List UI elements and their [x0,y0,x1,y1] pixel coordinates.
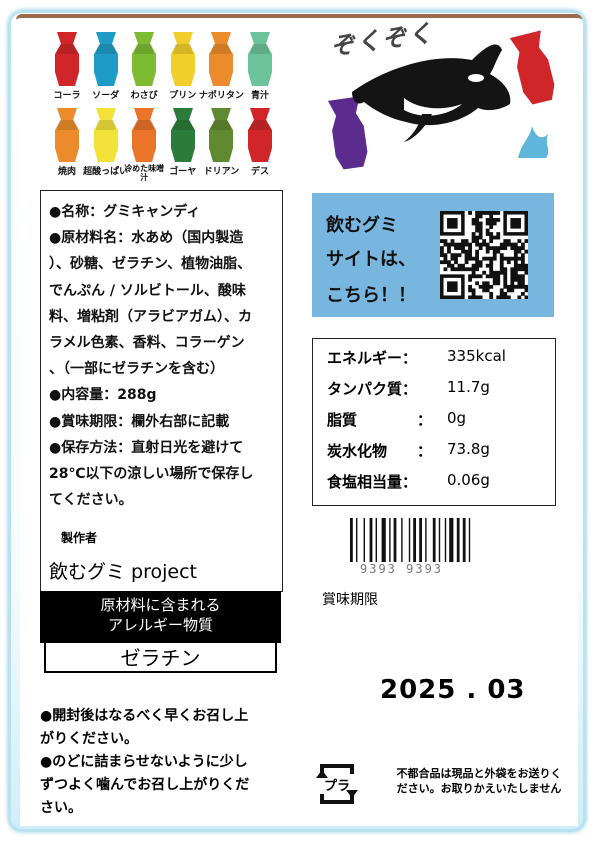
flavor-label: ナポリタン [198,91,244,101]
flavor-label: ソーダ [92,91,120,101]
flavor-bottle-icon [241,108,279,162]
nutrition-name: 食塩相当量： [327,473,418,491]
flavor-label: 超酸っぱい [83,167,129,177]
nutrition-colon: ： [417,411,433,429]
flavor-bottle-icon [87,108,125,162]
info-line: ラメル色素、香料、コラーゲン [49,335,245,351]
qr-text-line1: 飲むグミ [326,215,398,236]
info-line: 28℃以下の涼しい場所で保存し [49,466,254,482]
qr-text-line2: サイトは、 [326,249,416,270]
info-line: 料、増粘剤（アラビアガム）、カ [49,308,252,325]
allergy-value: ゼラチン [44,643,277,673]
info-line: ）、砂糖、ゼラチン、植物油脂、 [49,256,252,273]
caution-note-line: ●開封後はなるべく早くお召し上 [40,708,249,724]
info-line: でんぷん / ソルビトール、酸味 [49,282,246,299]
allergy-heading: 原材料に含まれる アレルギー物質 [40,591,281,643]
pla-recycle-icon: プラ [316,764,358,804]
defect-notice: 不都合品は現品と外袋をお送りください。お取りかえいたしません [396,767,562,795]
flavor-label: ゴーヤ [169,167,197,177]
flavor-bottle-icon [48,108,86,162]
svg-text:プラ: プラ [324,779,350,794]
info-line: 、（一部にゼラチンを含む） [49,361,224,378]
caution-note-line: さい。 [40,800,82,816]
nutrition-facts-box: エネルギー： 335kcal タンパク質： 11.7g 脂質 ： 0g 炭水化物 ： 73.8g 食… [312,338,556,506]
flavor-label: わさび [130,91,158,101]
allergy-heading-line1: 原材料に含まれる [100,596,221,614]
flavor-bottle-icon [164,108,202,162]
flavor-bottle-icon [125,32,163,86]
nutrition-value: 0g [447,409,467,427]
best-before-date: 2025 . 03 [380,675,526,705]
flavor-label: コーラ [53,91,81,101]
info-line: ●保存方法：直射日光を避けて [49,439,244,456]
flavor-bottle-icon [164,32,202,86]
maker-label: 製作者 [61,531,98,545]
info-line: ●賞味期限：欄外右部に記載 [49,413,230,430]
qr-text-line3: こちら！！ [326,285,416,306]
flavor-label: 焼肉 [57,167,77,177]
qr-code[interactable] [440,211,528,299]
product-info-box: ●名称：グミキャンディ ●原材料名：水あめ（国内製造 ）、砂糖、ゼラチン、植物油脂、… [40,190,283,592]
flavor-label: ドリアン [203,167,240,177]
caution-note-line: ずつよく噛んでお召し上がりくだ [40,777,250,793]
flavor-label: プリン [169,91,197,101]
flavor-bottle-icon [241,32,279,86]
flavor-label: 青汁 [250,91,270,101]
flavor-bottle-icon [48,32,86,86]
info-line: ●原材料名：水あめ（国内製造 [49,230,244,247]
best-before-label: 賞味期限 [322,592,378,608]
flavor-label: デス [250,167,270,177]
nutrition-colon: ： [417,442,433,460]
website-qr-panel[interactable]: 飲むグミ サイトは、 こちら！！ [312,193,554,317]
flavor-bottle-icon [202,108,240,162]
nutrition-name: タンパク質： [327,380,418,398]
nutrition-name: 脂質 [327,411,358,429]
caution-note-line: がりください。 [40,731,138,747]
flavor-bottle-icon [202,32,240,86]
nutrition-name: エネルギー： [327,349,418,367]
flavor-label: 冷めた味噌汁 [124,164,165,182]
info-line: ●内容量：288g [49,387,157,404]
nutrition-value: 73.8g [447,440,490,458]
nutrition-value: 0.06g [447,471,490,489]
maker-name: 飲むグミ project [49,561,197,583]
orca-illustration [327,30,555,170]
allergy-heading-line2: アレルギー物質 [107,616,213,634]
info-line: ●名称：グミキャンディ [49,204,201,220]
nutrition-value: 11.7g [447,378,490,396]
nutrition-name: 炭水化物 [327,442,388,460]
info-line: てください。 [49,492,133,509]
flavor-bottle-icon [125,108,163,162]
caution-note-line: ●のどに詰まらせないように少し [40,754,248,770]
nutrition-value: 335kcal [447,347,506,365]
flavor-bottle-icon [87,32,125,86]
barcode-number: 9393 9393 [360,562,444,576]
